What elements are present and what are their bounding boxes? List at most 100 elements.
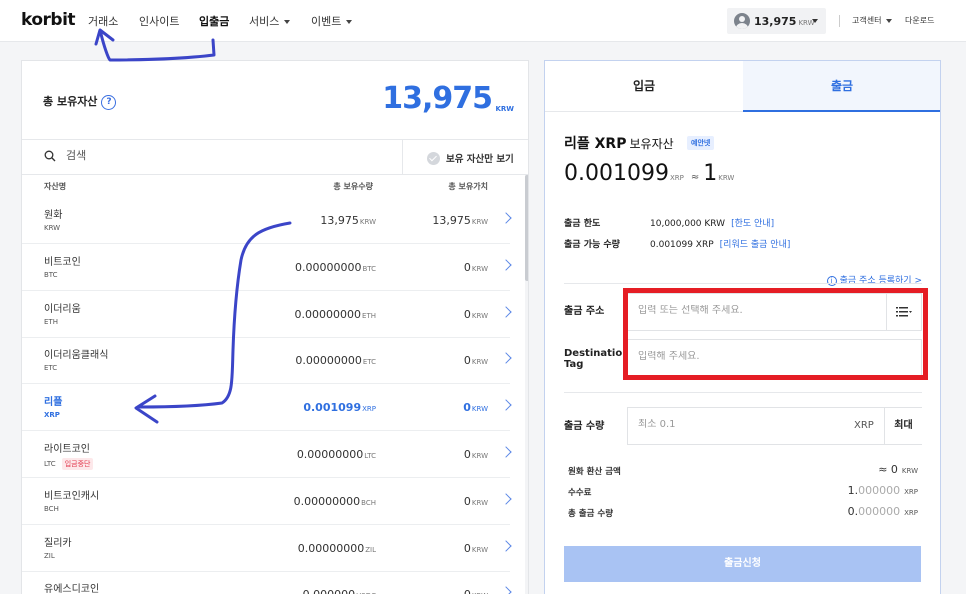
divider	[402, 140, 403, 175]
krw-value-label: 원화 환산 금액	[568, 467, 621, 477]
korbit-logo[interactable]: korbit	[21, 10, 76, 30]
chevron-right-icon[interactable]	[500, 493, 512, 505]
register-address-link[interactable]: i 출금 주소 등록하기 >	[826, 273, 922, 286]
destination-tag-label: Destination Tag	[564, 348, 629, 370]
krw-value-unit: KRW	[901, 467, 918, 475]
network-badge: 예안넷	[687, 136, 715, 150]
asset-quantity-value: 0.00000000	[297, 541, 365, 555]
chevron-right-icon[interactable]	[500, 586, 512, 594]
chevron-right-icon[interactable]	[500, 259, 512, 271]
reward-guide-link[interactable]: [리워드 출금 안내]	[720, 240, 791, 250]
asset-quantity: 0.000000USDC	[303, 588, 376, 594]
asset-row-bch[interactable]: 비트코인캐시 BCH 0.00000000BCH 0KRW	[22, 478, 512, 525]
asset-value-unit: KRW	[471, 264, 488, 273]
asset-value: 0KRW	[464, 588, 488, 594]
register-address-text: 출금 주소 등록하기 >	[839, 276, 922, 286]
asset-value-amount: 0	[463, 354, 471, 368]
asset-name: 라이트코인	[44, 440, 90, 455]
chevron-right-icon[interactable]	[500, 305, 512, 318]
asset-value-amount: 0	[463, 541, 471, 555]
asset-name: 질리카	[44, 534, 72, 549]
tab-withdraw[interactable]: 출금	[743, 61, 940, 112]
asset-quantity-value: 0.00000000	[294, 307, 362, 321]
help-icon[interactable]: ?	[101, 94, 117, 110]
asset-name: 비트코인캐시	[44, 487, 99, 502]
status-badge: 입금중단	[61, 458, 94, 470]
address-input[interactable]	[638, 305, 878, 316]
asset-name: 이더리움클래식	[44, 346, 108, 361]
available-amount: 0.001099 XRP	[650, 240, 714, 250]
asset-value: 0KRW	[464, 448, 488, 461]
nav-services[interactable]: 서비스	[249, 13, 291, 29]
destination-tag-input[interactable]	[638, 351, 908, 362]
nav-exchange[interactable]: 거래소	[88, 13, 118, 29]
asset-value: 0KRW	[464, 308, 488, 321]
asset-quantity: 0.00000000BCH	[294, 495, 376, 508]
asset-row-eth[interactable]: 이더리움 ETH 0.00000000ETH 0KRW	[22, 291, 512, 338]
asset-name-text: 라이트코인	[44, 444, 90, 455]
krw-value-amount: ≈ 0	[878, 463, 898, 476]
available-label: 출금 가능 수량	[564, 240, 620, 250]
tab-deposit[interactable]: 입금	[545, 61, 743, 112]
asset-value-unit: KRW	[471, 452, 488, 460]
address-field	[627, 293, 922, 331]
user-balance-dropdown[interactable]: 13,975 KRW	[727, 8, 826, 34]
max-button[interactable]: 최대	[884, 408, 922, 444]
nav-support[interactable]: 고객센터	[852, 15, 893, 26]
asset-quantity-value: 0.00000000	[294, 260, 362, 274]
asset-symbol-text: ETH	[44, 317, 58, 326]
asset-row-zil[interactable]: 질리카 ZIL 0.00000000ZIL 0KRW	[22, 525, 512, 572]
quantity-unit: XRP	[854, 420, 874, 431]
user-avatar-icon	[734, 13, 750, 29]
asset-value: 0KRW	[463, 401, 488, 414]
asset-quantity-value: 0.00000000	[296, 448, 364, 461]
chevron-right-icon[interactable]	[500, 212, 512, 224]
asset-name-text: 이더리움클래식	[44, 350, 109, 362]
quantity-input[interactable]	[638, 419, 838, 430]
asset-quantity: 0.00000000LTC	[297, 448, 376, 461]
fee-label: 수수료	[568, 488, 592, 498]
asset-row-xrp[interactable]: 리플 XRP 0.001099XRP 0KRW	[22, 384, 512, 432]
chevron-right-icon[interactable]	[500, 352, 512, 365]
withdraw-limit-amount: 10,000,000 KRW	[650, 219, 726, 229]
column-header-qty: 총 보유수량	[333, 182, 373, 191]
search-input[interactable]	[66, 149, 366, 162]
asset-name-text: 질리카	[44, 537, 72, 549]
asset-name: 비트코인	[44, 253, 81, 268]
scrollbar-thumb[interactable]	[525, 175, 528, 281]
asset-quantity: 0.00000000ZIL	[298, 542, 376, 555]
asset-symbol-text: ETC	[44, 364, 58, 373]
asset-name-text: 이더리움	[44, 303, 81, 315]
asset-row-usdc[interactable]: 유에스디코인USDC0.000000USDC0KRW	[22, 571, 512, 594]
asset-row-krw[interactable]: 원화 KRW 13,975KRW 13,975KRW	[22, 197, 512, 244]
asset-row-ltc[interactable]: 라이트코인 LTC 입금중단 0.00000000LTC 0KRW	[22, 431, 512, 478]
asset-symbol: XRP	[44, 411, 60, 419]
address-list-button[interactable]	[886, 294, 923, 330]
nav-insight[interactable]: 인사이트	[139, 13, 179, 29]
owned-only-label[interactable]: 보유 자산만 보기	[446, 151, 514, 165]
limit-guide-link[interactable]: [한도 안내]	[731, 219, 774, 229]
chevron-right-icon[interactable]	[500, 399, 512, 411]
asset-name: 원화	[44, 206, 62, 221]
asset-row-etc[interactable]: 이더리움클래식 ETC 0.00000000ETC 0KRW	[22, 337, 512, 385]
owned-only-checkbox[interactable]	[427, 152, 440, 165]
caret-down-icon	[284, 20, 291, 24]
asset-quantity-unit: XRP	[362, 405, 376, 414]
nav-download[interactable]: 다운로드	[905, 15, 934, 26]
withdraw-submit-button[interactable]: 출금신청	[564, 546, 921, 582]
nav-events[interactable]: 이벤트	[311, 13, 353, 29]
user-balance-amount: 13,975	[754, 15, 797, 28]
asset-symbol: BTC	[44, 271, 58, 279]
chevron-right-icon[interactable]	[500, 446, 512, 458]
chevron-right-icon[interactable]	[500, 539, 512, 552]
asset-quantity: 0.001099XRP	[303, 401, 376, 414]
caret-down-icon	[886, 18, 893, 23]
nav-deposit-withdraw[interactable]: 입출금	[199, 13, 229, 29]
asset-symbol-text: LTC	[44, 460, 56, 468]
asset-value: 0KRW	[464, 542, 488, 555]
asset-name-text: 유에스디코인	[44, 584, 100, 594]
asset-row-btc[interactable]: 비트코인 BTC 0.00000000BTC 0KRW	[22, 244, 512, 291]
asset-list-panel: 총 보유자산? 13,975 KRW 보유 자산만 보기 자산명 총 보유수량 …	[21, 60, 529, 594]
asset-value-amount: 0	[463, 401, 471, 415]
asset-symbol-text: ZIL	[44, 551, 55, 560]
